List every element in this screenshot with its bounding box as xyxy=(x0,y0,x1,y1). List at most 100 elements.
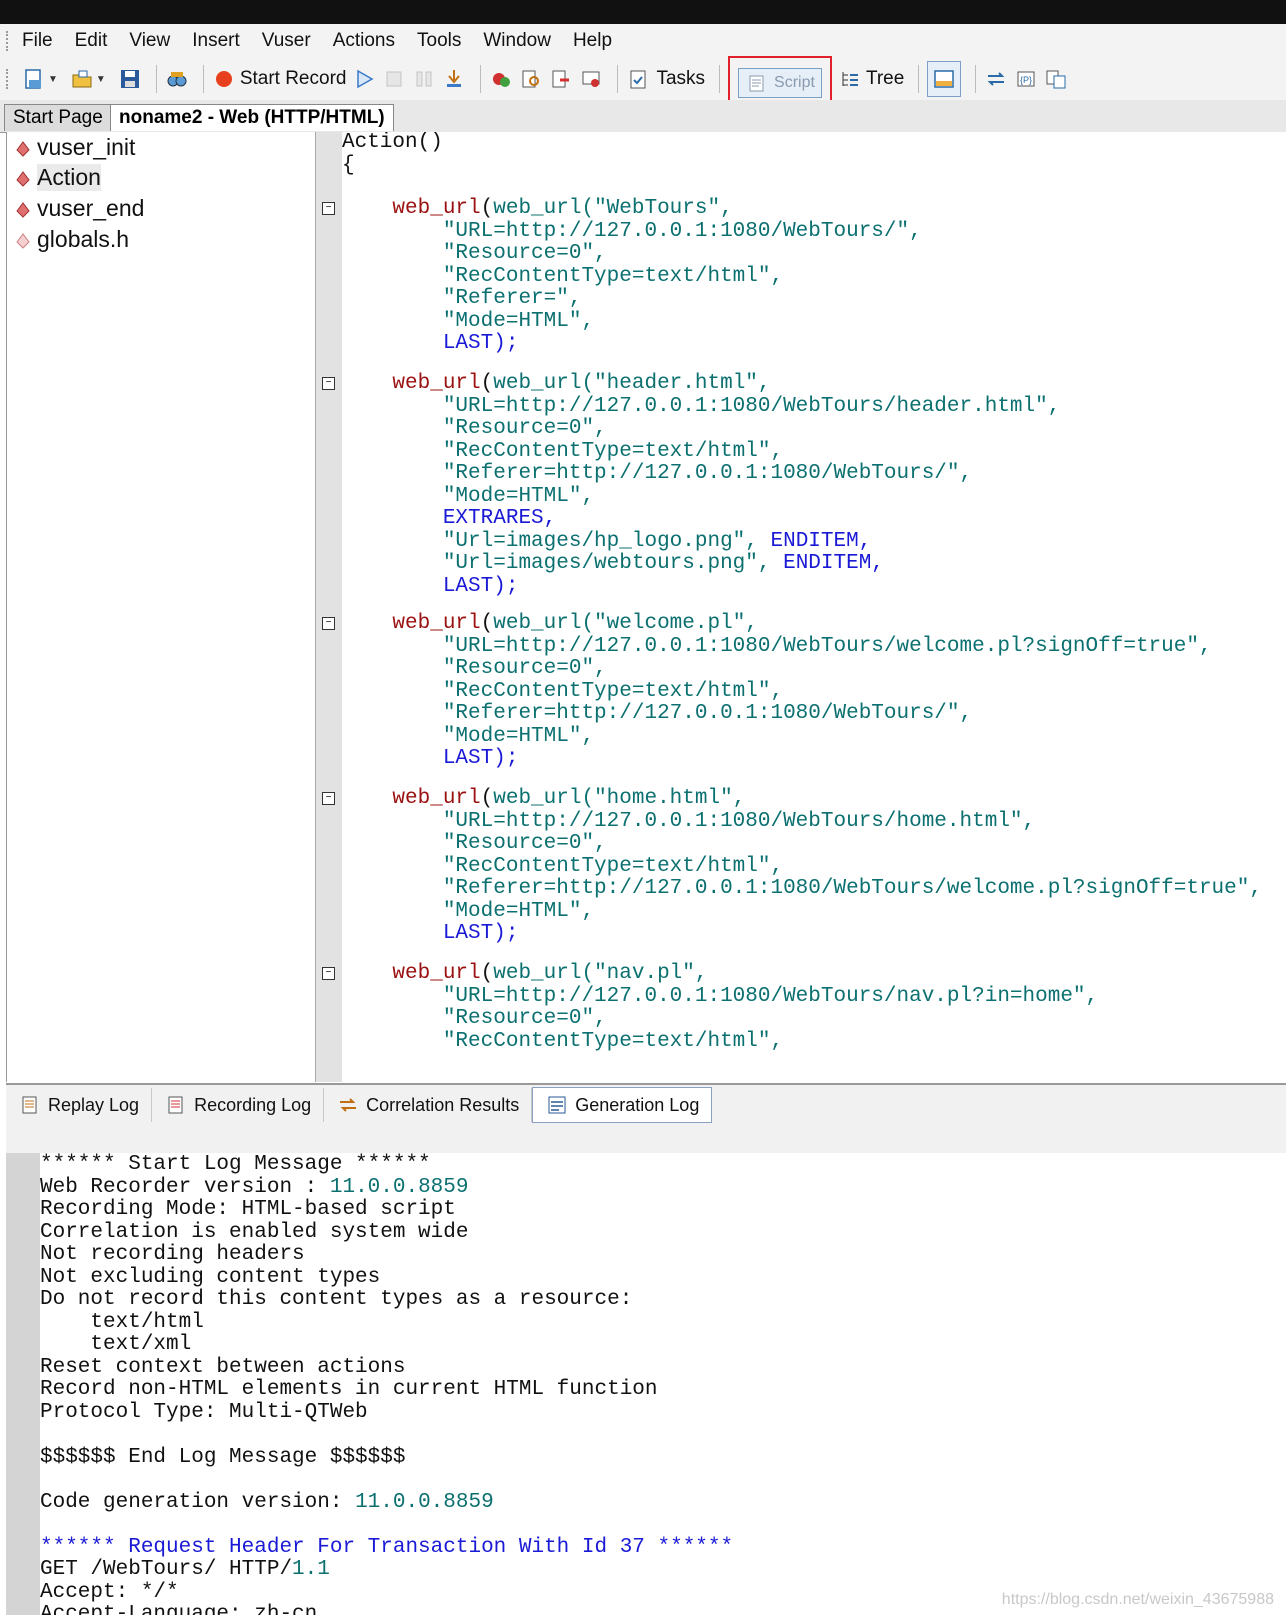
output-toolbar-strip xyxy=(6,1123,1286,1154)
tree-view-button[interactable]: Tree xyxy=(838,62,904,96)
script-tree-panel: vuser_init Action vuser_end globals.h xyxy=(6,132,318,1082)
main-toolbar: ▼ ▼ Start Record Tasks Script Tree {P} xyxy=(0,56,1286,110)
code-block-webtours: web_url(web_url("WebTours", "URL=http://… xyxy=(392,197,922,355)
step-button[interactable] xyxy=(442,62,466,96)
step-down-icon xyxy=(442,67,466,91)
menu-window[interactable]: Window xyxy=(483,30,551,52)
menu-insert[interactable]: Insert xyxy=(192,30,240,52)
tasks-button[interactable]: Tasks xyxy=(626,62,705,96)
tab-correlation-results[interactable]: Correlation Results xyxy=(324,1088,533,1122)
tab-label: Correlation Results xyxy=(366,1094,520,1115)
code-block-welcome-pl: web_url(web_url("welcome.pl", "URL=http:… xyxy=(392,612,1212,770)
clipboard-check-icon xyxy=(626,67,650,91)
menu-help[interactable]: Help xyxy=(573,30,612,52)
tab-label: Replay Log xyxy=(48,1094,140,1115)
parameter-button[interactable]: {P} xyxy=(1014,62,1038,96)
document-search-icon xyxy=(519,67,543,91)
folder-open-icon xyxy=(70,67,94,91)
fold-toggle[interactable]: − xyxy=(322,617,335,630)
code-header: Action() { xyxy=(342,132,443,177)
tab-recording-log[interactable]: Recording Log xyxy=(152,1088,325,1122)
log-gutter xyxy=(6,1153,40,1615)
code-block-nav-pl: web_url(web_url("nav.pl", "URL=http://12… xyxy=(392,962,1099,1053)
toolbar-separator xyxy=(480,65,482,93)
menu-file[interactable]: File xyxy=(22,30,53,52)
tab-label: Recording Log xyxy=(194,1094,312,1115)
fold-toggle[interactable]: − xyxy=(322,202,335,215)
menu-vuser[interactable]: Vuser xyxy=(262,30,311,52)
vuser-settings-button[interactable] xyxy=(489,62,513,96)
tree-item-label: vuser_end xyxy=(37,194,145,221)
monitor-icon xyxy=(579,67,603,91)
tree-item-label: globals.h xyxy=(37,225,130,252)
start-record-button[interactable]: Start Record xyxy=(212,62,346,96)
editor-gutter: − − − − − xyxy=(316,132,342,1082)
tree-item-vuser-init[interactable]: vuser_init xyxy=(13,132,135,162)
code-block-home-html: web_url(web_url("home.html", "URL=http:/… xyxy=(392,787,1262,945)
run-button[interactable] xyxy=(352,62,376,96)
svg-text:{P}: {P} xyxy=(1020,75,1032,85)
correlation-icon xyxy=(984,67,1008,91)
stop-button[interactable] xyxy=(382,62,406,96)
fold-toggle[interactable]: − xyxy=(322,967,335,980)
watermark: https://blog.csdn.net/weixin_43675988 xyxy=(1001,1591,1274,1608)
script-icon xyxy=(745,71,769,95)
find-button[interactable] xyxy=(165,62,189,96)
settings-gear-icon xyxy=(489,67,513,91)
chevron-down-icon[interactable]: ▼ xyxy=(96,74,106,85)
generation-log-output[interactable]: ****** Start Log Message ****** Web Reco… xyxy=(40,1153,1286,1615)
menu-actions[interactable]: Actions xyxy=(333,30,395,52)
menu-bar: File Edit View Insert Vuser Actions Tool… xyxy=(0,24,1286,58)
toolbar-separator xyxy=(202,65,204,93)
tree-item-vuser-end[interactable]: vuser_end xyxy=(13,193,144,223)
tab-start-page[interactable]: Start Page xyxy=(4,104,112,131)
stop-icon xyxy=(382,67,406,91)
fold-toggle[interactable]: − xyxy=(322,792,335,805)
menu-grip[interactable] xyxy=(6,31,14,51)
toolbar-separator xyxy=(918,65,920,93)
record-icon xyxy=(212,67,236,91)
menu-tools[interactable]: Tools xyxy=(417,30,461,52)
fold-toggle[interactable]: − xyxy=(322,377,335,390)
menu-edit[interactable]: Edit xyxy=(75,30,108,52)
tree-icon xyxy=(838,67,862,91)
chevron-down-icon[interactable]: ▼ xyxy=(48,74,58,85)
tree-item-label: Action xyxy=(37,163,101,191)
action-icon xyxy=(13,137,33,157)
save-icon xyxy=(118,67,142,91)
panel-icon xyxy=(932,67,956,91)
pause-button[interactable] xyxy=(412,62,436,96)
output-tabs: Replay Log Recording Log Correlation Res… xyxy=(6,1083,1286,1125)
script-label: Script xyxy=(774,74,815,91)
save-button[interactable] xyxy=(118,62,142,96)
new-script-icon xyxy=(22,67,46,91)
compare-button[interactable] xyxy=(519,62,543,96)
tab-replay-log[interactable]: Replay Log xyxy=(6,1088,153,1122)
tree-item-action[interactable]: Action xyxy=(13,162,101,192)
toolbar-grip[interactable] xyxy=(6,69,14,89)
tab-noname2[interactable]: noname2 - Web (HTTP/HTML) xyxy=(110,104,394,131)
correlation-button[interactable] xyxy=(984,62,1008,96)
menu-view[interactable]: View xyxy=(129,30,170,52)
tree-label: Tree xyxy=(865,68,905,89)
new-script-button[interactable]: ▼ xyxy=(22,62,64,96)
open-button[interactable]: ▼ xyxy=(70,62,112,96)
generation-log-icon xyxy=(545,1093,569,1117)
scan-correlation-button[interactable] xyxy=(549,62,573,96)
pause-icon xyxy=(412,67,436,91)
toolbar-separator xyxy=(719,65,721,93)
binoculars-icon xyxy=(165,67,189,91)
action-icon xyxy=(13,198,33,218)
document-tabs: Start Page noname2 - Web (HTTP/HTML) xyxy=(0,100,1286,133)
correlation-icon xyxy=(336,1093,360,1117)
tab-label: Generation Log xyxy=(575,1094,700,1115)
tree-item-globals-h[interactable]: globals.h xyxy=(13,224,129,254)
runtime-viewer-button[interactable] xyxy=(579,62,603,96)
tree-item-label: vuser_init xyxy=(37,133,136,160)
tab-generation-log[interactable]: Generation Log xyxy=(532,1087,713,1123)
script-editor[interactable]: Action() { web_url(web_url("WebTours", "… xyxy=(342,132,1286,1082)
code-block-header-html: web_url(web_url("header.html", "URL=http… xyxy=(392,372,1061,598)
output-pane-button[interactable] xyxy=(927,61,962,97)
log-icon xyxy=(18,1093,42,1117)
snapshot-button[interactable] xyxy=(1044,62,1068,96)
